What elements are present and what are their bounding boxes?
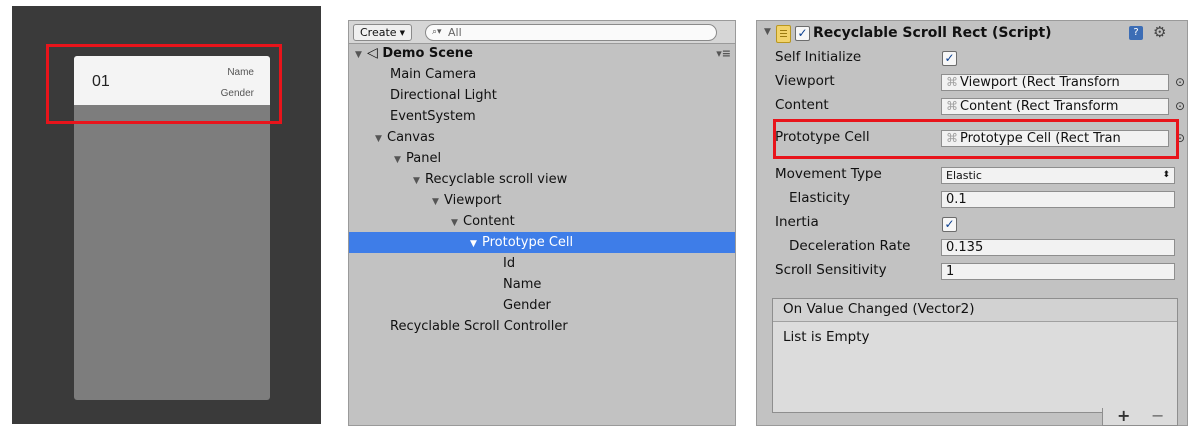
hierarchy-item-name[interactable]: Name: [349, 274, 735, 295]
scroll-sensitivity-label: Scroll Sensitivity: [775, 262, 887, 278]
hierarchy-item-main-camera[interactable]: Main Camera: [349, 64, 735, 85]
rect-transform-icon: ⌘: [946, 99, 958, 113]
component-header[interactable]: ▼ ✓ Recyclable Scroll Rect (Script) ? ⚙: [757, 21, 1187, 47]
hierarchy-item-gender[interactable]: Gender: [349, 295, 735, 316]
hierarchy-item-id[interactable]: Id: [349, 253, 735, 274]
content-field[interactable]: ⌘ Content (Rect Transform: [941, 98, 1169, 115]
select-arrows-icon: ⬍: [1162, 170, 1170, 180]
dropdown-caret-icon: ▼: [399, 28, 405, 37]
expand-triangle-icon[interactable]: ▼: [413, 171, 425, 192]
item-label: Recyclable scroll view: [425, 172, 568, 187]
unity-logo-icon: ◁: [367, 45, 378, 61]
event-empty-text: List is Empty: [783, 329, 870, 345]
hierarchy-item-recyclable-scroll-view[interactable]: ▼ Recyclable scroll view: [349, 169, 735, 192]
add-listener-button[interactable]: +: [1117, 406, 1130, 425]
elasticity-input[interactable]: 0.1: [941, 191, 1175, 208]
scroll-sensitivity-value: 1: [946, 264, 955, 279]
hierarchy-item-prototype-cell[interactable]: ▼ Prototype Cell: [349, 232, 735, 255]
component-enabled-checkbox[interactable]: ✓: [795, 26, 810, 41]
hierarchy-item-content[interactable]: ▼ Content: [349, 211, 735, 234]
component-title: Recyclable Scroll Rect (Script): [813, 25, 1052, 41]
script-icon: [776, 25, 791, 43]
event-footer: + −: [1102, 406, 1178, 426]
inertia-label: Inertia: [775, 214, 819, 230]
event-title: On Value Changed (Vector2): [783, 301, 975, 317]
hierarchy-item-panel[interactable]: ▼ Panel: [349, 148, 735, 171]
event-header: On Value Changed (Vector2): [773, 299, 1177, 322]
item-label: Id: [503, 256, 516, 271]
create-label: Create: [360, 26, 397, 39]
movement-type-label: Movement Type: [775, 166, 882, 182]
help-icon[interactable]: ?: [1129, 26, 1143, 40]
item-label: Main Camera: [390, 67, 477, 82]
content-label: Content: [775, 97, 829, 113]
inspector-panel: ▼ ✓ Recyclable Scroll Rect (Script) ? ⚙ …: [756, 20, 1188, 426]
scene-name: Demo Scene: [382, 46, 473, 61]
expand-triangle-icon[interactable]: ▼: [432, 192, 444, 213]
item-label: Directional Light: [390, 88, 497, 103]
expand-triangle-icon[interactable]: ▼: [375, 129, 387, 150]
elasticity-value: 0.1: [946, 192, 967, 207]
deceleration-rate-value: 0.135: [946, 240, 984, 255]
movement-type-select[interactable]: Elastic ⬍: [941, 167, 1175, 184]
hierarchy-item-viewport[interactable]: ▼ Viewport: [349, 190, 735, 213]
self-initialize-checkbox[interactable]: ✓: [942, 51, 957, 66]
expand-triangle-icon[interactable]: ▼: [394, 150, 406, 171]
elasticity-label: Elasticity: [789, 190, 851, 206]
item-label: Viewport: [444, 193, 502, 208]
scene-row[interactable]: ▼ ◁ Demo Scene ▾≡: [349, 43, 735, 64]
hierarchy-panel: Create ▼ ⌕▾ All ▼ ◁ Demo Scene ▾≡ Main Cam…: [348, 20, 736, 426]
hierarchy-toolbar: Create ▼ ⌕▾ All: [349, 21, 735, 44]
hierarchy-item-recyclable-scroll-controller[interactable]: Recyclable Scroll Controller: [349, 316, 735, 337]
expand-triangle-icon: ▼: [355, 50, 362, 60]
hierarchy-item-eventsystem[interactable]: EventSystem: [349, 106, 735, 127]
create-button[interactable]: Create ▼: [353, 24, 412, 41]
object-picker-icon[interactable]: ⊙: [1175, 99, 1185, 113]
highlight-box-cell: [46, 44, 282, 124]
item-label: Gender: [503, 298, 551, 313]
viewport-value: Viewport (Rect Transforn: [960, 75, 1120, 90]
item-label: Name: [503, 277, 542, 292]
fold-triangle-icon[interactable]: ▼: [764, 27, 771, 37]
game-view: 01 Name Gender: [12, 6, 321, 424]
rect-transform-icon: ⌘: [946, 75, 958, 89]
deceleration-rate-input[interactable]: 0.135: [941, 239, 1175, 256]
deceleration-rate-label: Deceleration Rate: [789, 238, 911, 254]
viewport-label: Viewport: [775, 73, 835, 89]
scroll-sensitivity-input[interactable]: 1: [941, 263, 1175, 280]
content-value: Content (Rect Transform: [960, 99, 1119, 114]
item-label: Content: [463, 214, 515, 229]
item-label: Prototype Cell: [482, 235, 574, 250]
self-initialize-label: Self Initialize: [775, 49, 862, 65]
item-label: Recyclable Scroll Controller: [390, 319, 568, 334]
movement-type-value: Elastic: [946, 169, 982, 182]
expand-triangle-icon[interactable]: ▼: [451, 213, 463, 234]
scene-menu-icon[interactable]: ▾≡: [716, 43, 731, 64]
highlight-box-prototype-cell: [773, 119, 1179, 159]
search-icon: ⌕▾: [432, 27, 442, 37]
gear-icon[interactable]: ⚙: [1153, 23, 1166, 41]
object-picker-icon[interactable]: ⊙: [1175, 75, 1185, 89]
hierarchy-item-canvas[interactable]: ▼ Canvas: [349, 127, 735, 150]
item-label: Panel: [406, 151, 442, 166]
item-label: EventSystem: [390, 109, 476, 124]
viewport-field[interactable]: ⌘ Viewport (Rect Transforn: [941, 74, 1169, 91]
hierarchy-search-input[interactable]: ⌕▾ All: [425, 24, 717, 41]
on-value-changed-event: On Value Changed (Vector2) List is Empty…: [772, 298, 1178, 426]
hierarchy-item-directional-light[interactable]: Directional Light: [349, 85, 735, 106]
inertia-checkbox[interactable]: ✓: [942, 217, 957, 232]
expand-triangle-icon[interactable]: ▼: [470, 234, 482, 255]
search-placeholder: All: [448, 26, 462, 39]
remove-listener-button[interactable]: −: [1151, 406, 1164, 425]
item-label: Canvas: [387, 130, 435, 145]
